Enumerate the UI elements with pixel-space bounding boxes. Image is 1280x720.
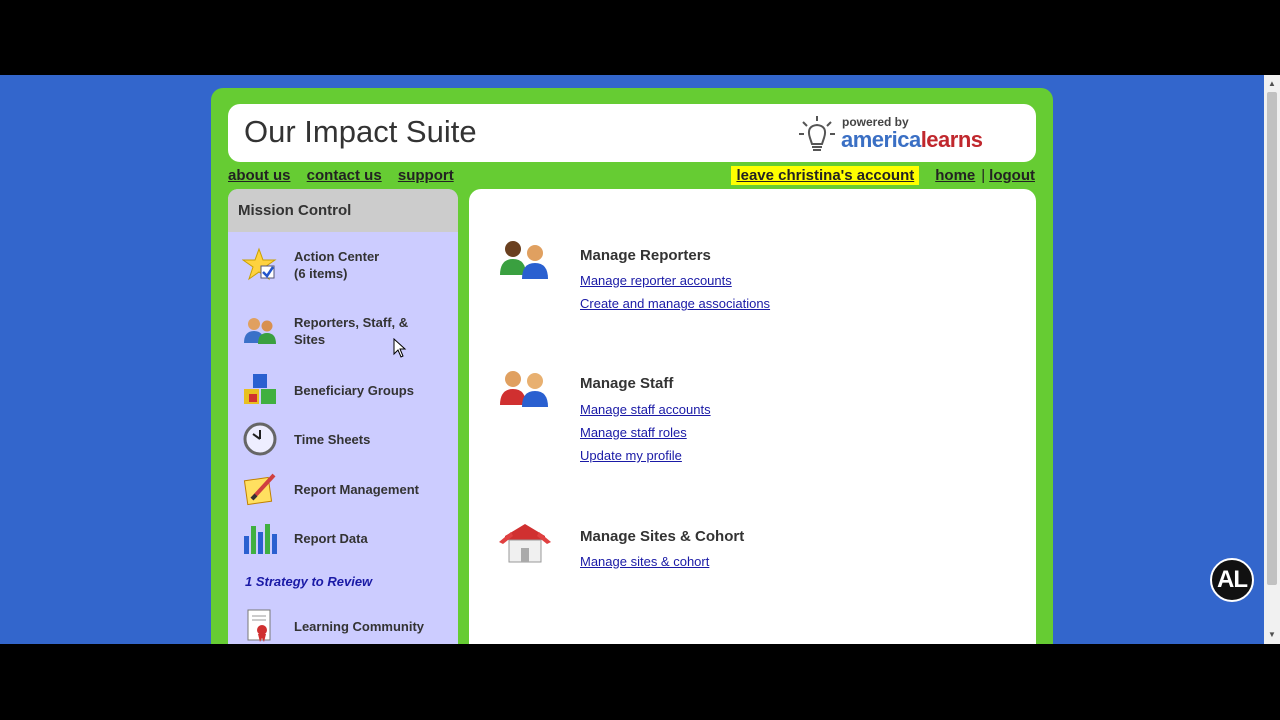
sidebar-item-learning-community[interactable]: Learning Community (228, 606, 458, 644)
lightbulb-icon (799, 116, 835, 151)
sidebar-item-label: Reporters, Staff, & Sites (294, 315, 409, 347)
about-us-link[interactable]: about us (228, 167, 291, 184)
contact-us-link[interactable]: contact us (307, 167, 382, 184)
sidebar-item-label: Learning Community (294, 619, 425, 634)
sidebar: Mission Control Action Center (6 items) R… (228, 189, 458, 644)
blocks-icon (244, 374, 276, 404)
sidebar-item-time-sheets[interactable]: Time Sheets (228, 419, 458, 459)
sidebar-item-label: Action Center (6 items) (294, 249, 380, 281)
manage-reporter-accounts-link[interactable]: Manage reporter accounts (580, 273, 732, 288)
browser-viewport: Our Impact Suite powered by americalearn… (0, 75, 1264, 644)
scrollbar-thumb[interactable] (1267, 92, 1277, 585)
home-link[interactable]: home (935, 167, 975, 184)
header: Our Impact Suite powered by americalearn… (228, 104, 1036, 162)
staff-icon (500, 371, 548, 407)
star-check-icon (242, 247, 277, 281)
update-my-profile-link[interactable]: Update my profile (580, 448, 682, 463)
america-learns-logo[interactable]: powered by americalearns (798, 112, 1028, 156)
logo-brand-text: americalearns (841, 127, 983, 152)
sidebar-item-label: Beneficiary Groups (294, 383, 414, 398)
clock-icon (243, 422, 277, 456)
certificate-icon (247, 609, 271, 642)
nav-separator: | (981, 167, 986, 184)
sidebar-item-report-management[interactable]: Report Management (228, 469, 458, 509)
page-frame: Our Impact Suite powered by americalearn… (211, 88, 1053, 644)
mouse-cursor-icon (393, 338, 407, 358)
section-title: Manage Staff (580, 375, 674, 392)
site-title: Our Impact Suite (244, 114, 477, 149)
house-icon (499, 524, 551, 563)
pencil-notepad-icon (243, 473, 276, 506)
sidebar-item-label: Time Sheets (294, 432, 371, 447)
people-icon (244, 318, 276, 344)
sidebar-item-reporters-staff-sites[interactable]: Reporters, Staff, & Sites (228, 311, 458, 351)
manage-staff-accounts-link[interactable]: Manage staff accounts (580, 402, 711, 417)
sidebar-item-report-data[interactable]: Report Data (228, 518, 458, 558)
section-title: Manage Reporters (580, 247, 711, 264)
reporters-icon (500, 241, 548, 279)
sidebar-item-beneficiary-groups[interactable]: Beneficiary Groups (228, 370, 458, 410)
top-nav-left: about us contact us support (228, 167, 466, 184)
strategy-review-link[interactable]: 1 Strategy to Review (245, 574, 372, 589)
manage-sites-cohort-link[interactable]: Manage sites & cohort (580, 554, 709, 569)
main-content: Manage Reporters Manage reporter account… (469, 189, 1036, 644)
support-link[interactable]: support (398, 167, 454, 184)
manage-staff-roles-link[interactable]: Manage staff roles (580, 425, 687, 440)
sidebar-item-label: Report Data (294, 531, 368, 546)
vertical-scrollbar[interactable]: ▲ ▼ (1264, 75, 1280, 644)
sidebar-heading: Mission Control (228, 189, 458, 232)
leave-account-link[interactable]: leave christina's account (731, 166, 920, 185)
sidebar-item-label: Report Management (294, 482, 419, 497)
top-nav-right: leave christina's account home | logout (731, 166, 1035, 185)
create-manage-associations-link[interactable]: Create and manage associations (580, 296, 770, 311)
section-title: Manage Sites & Cohort (580, 528, 745, 545)
scroll-up-icon[interactable]: ▲ (1264, 77, 1280, 91)
scroll-down-icon[interactable]: ▼ (1264, 628, 1280, 642)
bar-chart-icon (244, 524, 277, 554)
al-badge[interactable]: AL (1210, 558, 1254, 602)
sidebar-item-action-center[interactable]: Action Center (6 items) (228, 245, 458, 285)
logout-link[interactable]: logout (989, 167, 1035, 184)
